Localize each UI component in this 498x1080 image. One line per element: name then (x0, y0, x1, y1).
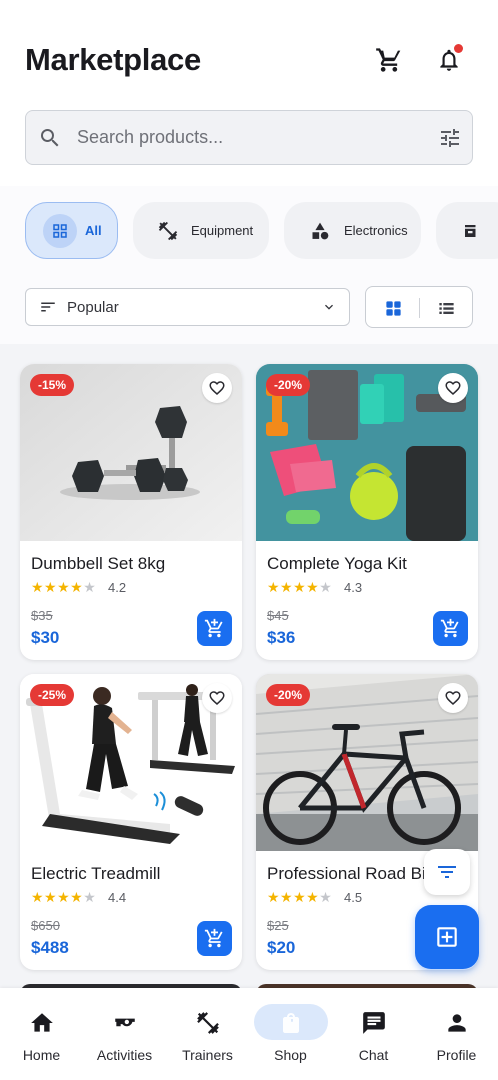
category-chip-equipment[interactable]: Equipment (133, 202, 269, 259)
notification-dot (454, 44, 463, 53)
nav-item-chat[interactable]: Chat (332, 988, 415, 1080)
product-card[interactable]: -15% Dumbbell Set 8kg ★★★★★ 4.2 $35 $30 (20, 364, 242, 660)
heart-icon[interactable] (202, 683, 232, 713)
add-cart-icon (204, 928, 223, 948)
chat-icon (359, 1008, 389, 1038)
discount-badge: -20% (266, 374, 311, 396)
category-chip-label: Equipment (191, 223, 254, 238)
nav-item-trainers[interactable]: Trainers (166, 988, 249, 1080)
cart-icon[interactable] (373, 44, 405, 76)
product-card[interactable]: -20% Complete Yoga Kit ★★★★★ 4.3 $45 $36 (256, 364, 478, 660)
sale-price: $36 (267, 628, 296, 647)
discount-badge: -20% (266, 684, 311, 706)
category-icon (462, 222, 480, 240)
add-to-cart-button[interactable] (197, 921, 232, 956)
category-chip-label: All (85, 223, 102, 238)
trainers-icon (193, 1008, 223, 1038)
nav-label: Activities (96, 1047, 153, 1063)
sort-icon (39, 298, 57, 316)
add-box-icon (437, 927, 457, 947)
nav-label: Home (22, 1047, 61, 1063)
view-toggle (365, 286, 473, 328)
bell-icon[interactable] (433, 44, 465, 76)
heart-icon[interactable] (438, 373, 468, 403)
page-title: Marketplace (25, 42, 201, 77)
filter-list-icon (438, 866, 456, 878)
tune-icon[interactable] (438, 126, 462, 155)
dumbbell-icon (157, 220, 179, 242)
nav-label: Shop (274, 1047, 307, 1063)
nav-label: Chat (358, 1047, 389, 1063)
rating-value: 4.5 (344, 890, 363, 905)
nav-item-activities[interactable]: Activities (83, 988, 166, 1080)
category-chip-all[interactable]: All (25, 202, 118, 259)
category-chip-electronics[interactable]: Electronics (284, 202, 421, 259)
list-view-icon[interactable] (436, 298, 456, 318)
rating-value: 4.2 (108, 580, 127, 595)
chevron-down-icon (321, 299, 337, 320)
shapes-icon (310, 221, 330, 241)
star-rating: ★★★★★ (267, 889, 333, 905)
star-rating: ★★★★★ (31, 889, 97, 905)
star-rating: ★★★★★ (31, 579, 97, 595)
sale-price: $20 (267, 938, 296, 957)
add-to-cart-button[interactable] (197, 611, 232, 646)
product-card[interactable]: -25% Electric Treadmill ★★★★★ 4.4 $650 $… (20, 674, 242, 970)
rating-value: 4.3 (344, 580, 363, 595)
product-name: Dumbbell Set 8kg (31, 554, 166, 573)
search-input[interactable]: Search products... (77, 127, 223, 148)
original-price: $45 (267, 608, 289, 623)
discount-badge: -25% (30, 684, 75, 706)
search-icon (38, 126, 62, 155)
sort-label: Popular (67, 298, 119, 316)
rating-value: 4.4 (108, 890, 127, 905)
sale-price: $30 (31, 628, 60, 647)
sale-price: $488 (31, 938, 69, 957)
product-name: Electric Treadmill (31, 864, 161, 883)
search-bar[interactable]: Search products... (25, 110, 473, 165)
activities-icon (110, 1008, 140, 1038)
grid-icon (43, 213, 77, 248)
filter-fab[interactable] (424, 849, 470, 895)
nav-item-profile[interactable]: Profile (415, 988, 498, 1080)
category-chip-more[interactable] (436, 202, 498, 259)
original-price: $35 (31, 608, 53, 623)
nav-item-shop[interactable]: Shop (249, 988, 332, 1080)
heart-icon[interactable] (438, 683, 468, 713)
star-rating: ★★★★★ (267, 579, 333, 595)
original-price: $650 (31, 918, 60, 933)
heart-icon[interactable] (202, 373, 232, 403)
add-cart-icon (440, 618, 459, 638)
toggle-divider (419, 298, 420, 318)
nav-label: Trainers (182, 1047, 233, 1063)
product-name: Professional Road Bi (267, 864, 426, 883)
add-cart-icon (204, 618, 223, 638)
discount-badge: -15% (30, 374, 75, 396)
nav-item-home[interactable]: Home (0, 988, 83, 1080)
profile-icon (442, 1008, 472, 1038)
home-icon (27, 1008, 57, 1038)
bottom-navigation: Home Activities Trainers Shop Chat Profi… (0, 988, 498, 1080)
product-name: Complete Yoga Kit (267, 554, 407, 573)
nav-label: Profile (436, 1047, 477, 1063)
sort-dropdown[interactable]: Popular (25, 288, 350, 326)
shop-icon (276, 1008, 306, 1038)
grid-view-icon[interactable] (383, 298, 403, 318)
original-price: $25 (267, 918, 289, 933)
category-chip-label: Electronics (344, 223, 408, 238)
add-to-cart-button[interactable] (433, 611, 468, 646)
create-fab[interactable] (415, 905, 479, 969)
